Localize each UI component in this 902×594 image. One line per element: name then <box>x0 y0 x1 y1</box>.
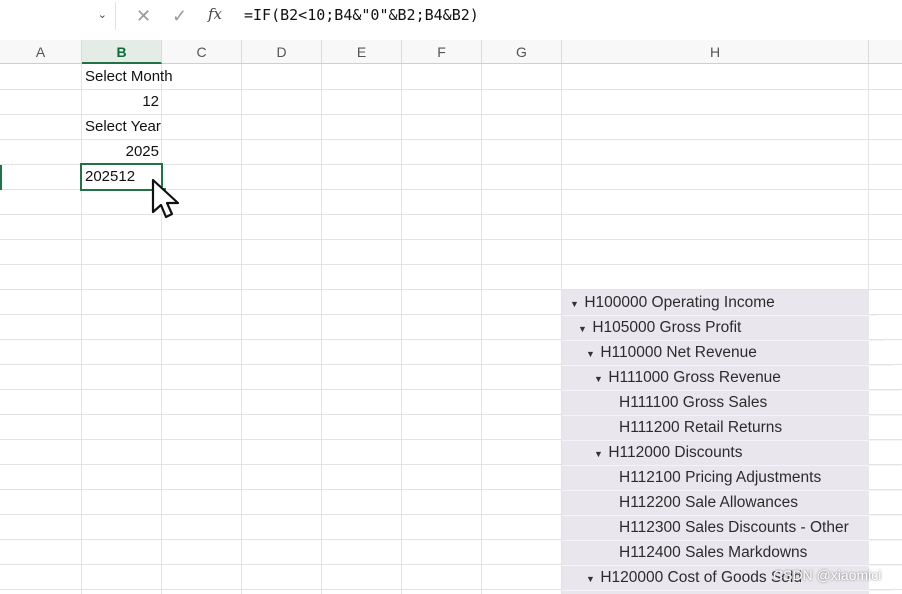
column-header-i[interactable] <box>869 40 902 64</box>
collapse-triangle-icon[interactable]: ▼ <box>578 317 588 342</box>
cell-b4[interactable]: 2025 <box>82 140 159 164</box>
column-header-h[interactable]: H <box>562 40 869 64</box>
collapse-triangle-icon[interactable]: ▼ <box>570 292 580 317</box>
pivot-row[interactable]: H111200 Retail Returns <box>562 415 902 441</box>
pivot-table: ▼ H100000 Operating Income ▼ H105000 Gro… <box>562 290 902 594</box>
pivot-row-label: H111000 Gross Revenue <box>608 369 781 386</box>
column-header-f[interactable]: F <box>402 40 482 64</box>
pivot-row[interactable]: H112100 Pricing Adjustments <box>562 465 902 491</box>
pivot-row[interactable]: ▼ H105000 Gross Profit <box>562 315 885 341</box>
column-header-e[interactable]: E <box>322 40 402 64</box>
active-row-indicator <box>0 165 2 190</box>
column-header-d[interactable]: D <box>242 40 322 64</box>
collapse-triangle-icon[interactable]: ▼ <box>586 342 596 367</box>
pivot-row-label: H110000 Net Revenue <box>600 344 757 361</box>
pivot-row-label: H105000 Gross Profit <box>592 319 742 336</box>
fx-icon[interactable]: fx <box>208 5 222 23</box>
pivot-row-label: H112400 Sales Markdowns <box>619 544 808 561</box>
pivot-row-label: H100000 Operating Income <box>584 294 775 311</box>
pivot-row-label: H112100 Pricing Adjustments <box>619 469 822 486</box>
cell-b3[interactable]: Select Year <box>85 115 161 139</box>
mouse-pointer-icon <box>151 178 180 219</box>
pivot-row[interactable]: ▼ H110000 Net Revenue <box>562 340 893 366</box>
pivot-row[interactable]: ▼ H100000 Operating Income <box>562 290 877 316</box>
pivot-row[interactable]: H112200 Sale Allowances <box>562 490 902 516</box>
formula-input[interactable]: =IF(B2<10;B4&"0"&B2;B4&B2) <box>244 6 479 24</box>
collapse-triangle-icon[interactable]: ▼ <box>594 367 604 392</box>
watermark: CSDN @xiaomici <box>773 567 882 583</box>
pivot-row[interactable]: H112300 Sales Discounts - Other <box>562 515 902 541</box>
pivot-row-label: H112000 Discounts <box>608 444 743 461</box>
pivot-row-label: H120000 Cost of Goods Sold <box>600 569 802 586</box>
pivot-row-label: H112300 Sales Discounts - Other <box>619 519 849 536</box>
check-icon[interactable]: ✓ <box>172 5 187 27</box>
pivot-row-label: H112200 Sale Allowances <box>619 494 798 511</box>
cell-b1[interactable]: Select Month <box>85 65 173 89</box>
cell-b2[interactable]: 12 <box>82 90 159 114</box>
close-icon[interactable]: ✕ <box>136 5 151 27</box>
column-header-a[interactable]: A <box>0 40 82 64</box>
pivot-row[interactable]: ▼ H112000 Discounts <box>562 440 901 466</box>
pivot-row-label: H111200 Retail Returns <box>619 419 783 436</box>
collapse-triangle-icon[interactable]: ▼ <box>594 442 604 467</box>
formula-bar: ⌄ ✕ ✓ fx =IF(B2<10;B4&"0"&B2;B4&B2) <box>0 0 902 32</box>
name-box[interactable]: ⌄ <box>0 2 116 30</box>
pivot-row[interactable]: H112400 Sales Markdowns <box>562 540 902 566</box>
column-header-g[interactable]: G <box>482 40 562 64</box>
pivot-row[interactable]: ▼ H111000 Gross Revenue <box>562 365 901 391</box>
chevron-down-icon[interactable]: ⌄ <box>98 8 107 21</box>
pivot-row[interactable]: H111100 Gross Sales <box>562 390 902 416</box>
collapse-triangle-icon[interactable]: ▼ <box>586 567 596 592</box>
column-header-b[interactable]: B <box>82 40 162 64</box>
column-header-c[interactable]: C <box>162 40 242 64</box>
pivot-row-label: H111100 Gross Sales <box>619 394 768 411</box>
